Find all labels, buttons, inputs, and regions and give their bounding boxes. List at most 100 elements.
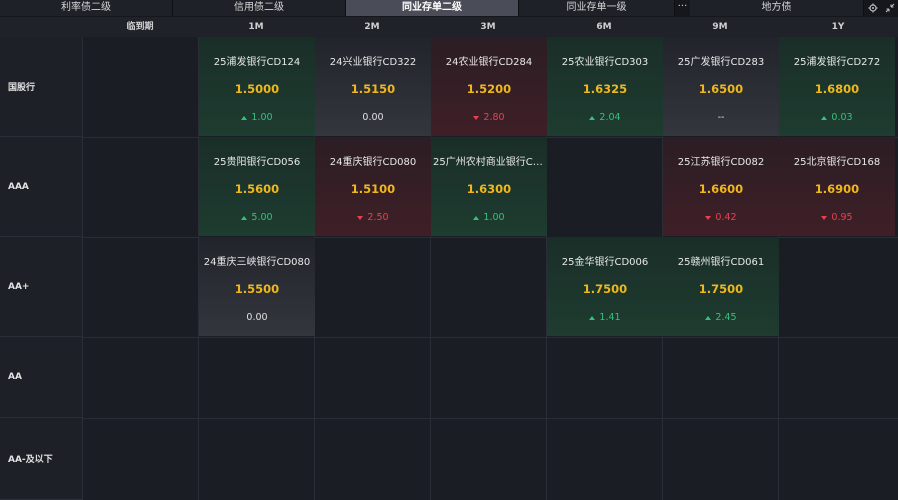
bond-name: 25江苏银行CD082 — [677, 157, 765, 168]
yield-value: 1.5100 — [350, 182, 396, 196]
yield-value: 1.5600 — [234, 182, 280, 196]
tab-credit-bond-secondary[interactable]: 信用债二级 — [173, 0, 346, 16]
collapse-arrows-icon[interactable] — [882, 0, 898, 16]
tab-ncd-primary[interactable]: 同业存单一级 — [519, 0, 675, 16]
change-value: 0.95 — [779, 212, 895, 223]
change-value: 0.42 — [663, 212, 779, 223]
col-header-1y[interactable]: 1Y — [778, 17, 898, 37]
quote-cell[interactable]: 24兴业银行CD322 1.5150 0.00 — [315, 37, 431, 136]
grid-line — [82, 337, 898, 338]
change-text: 0.95 — [831, 212, 853, 223]
change-text: 0.03 — [831, 112, 853, 123]
change-text: 0.00 — [362, 112, 384, 123]
bond-name: 24兴业银行CD322 — [329, 57, 417, 68]
quote-cell[interactable]: 25广州农村商业银行CD... 1.6300 1.00 — [431, 137, 547, 236]
tab-ncd-secondary[interactable]: 同业存单二级 — [346, 0, 519, 16]
change-text: 2.04 — [599, 112, 621, 123]
col-header-1m[interactable]: 1M — [198, 17, 314, 37]
arrow-up-icon — [821, 115, 828, 120]
yield-value: 1.5500 — [234, 282, 280, 296]
col-header-9m[interactable]: 9M — [662, 17, 778, 37]
change-text: 1.41 — [599, 312, 621, 323]
tab-bar: 利率债二级 信用债二级 同业存单二级 同业存单一级 ··· 地方债 — [0, 0, 898, 17]
quote-cell[interactable]: 25金华银行CD006 1.7500 1.41 — [547, 237, 663, 336]
yield-value: 1.7500 — [698, 282, 744, 296]
bond-name: 24农业银行CD284 — [445, 57, 533, 68]
arrow-up-icon — [589, 315, 596, 320]
change-value: 2.04 — [547, 112, 663, 123]
row-header-state-joint-stock-banks: 国股行 — [0, 37, 82, 137]
tab-local-gov-bond[interactable]: 地方债 — [690, 0, 864, 16]
col-header-6m[interactable]: 6M — [546, 17, 662, 37]
arrow-down-icon — [473, 115, 480, 120]
change-text: 2.50 — [367, 212, 389, 223]
col-header-3m[interactable]: 3M — [430, 17, 546, 37]
row-header-aa: AA — [0, 337, 82, 418]
row-header-aaa: AAA — [0, 137, 82, 237]
change-text: 2.45 — [715, 312, 737, 323]
change-text: -- — [717, 112, 725, 123]
arrow-up-icon — [705, 315, 712, 320]
yield-value: 1.5150 — [350, 82, 396, 96]
yield-value: 1.5200 — [466, 82, 512, 96]
change-text: 1.00 — [251, 112, 273, 123]
quote-cell[interactable]: 25赣州银行CD061 1.7500 2.45 — [663, 237, 779, 336]
arrow-down-icon — [821, 215, 828, 220]
arrow-up-icon — [241, 115, 248, 120]
yield-value: 1.6800 — [814, 82, 860, 96]
change-value: 0.00 — [199, 312, 315, 323]
row-header-aa-plus: AA+ — [0, 237, 82, 337]
change-text: 0.42 — [715, 212, 737, 223]
bond-name: 25广发银行CD283 — [677, 57, 765, 68]
yield-value: 1.6500 — [698, 82, 744, 96]
arrow-down-icon — [357, 215, 364, 220]
quote-cell[interactable]: 25浦发银行CD272 1.6800 0.03 — [779, 37, 895, 136]
more-tabs-button[interactable]: ··· — [675, 0, 690, 16]
arrow-up-icon — [473, 215, 480, 220]
col-header-maturing[interactable]: 临到期 — [82, 17, 198, 37]
change-value: 5.00 — [199, 212, 315, 223]
arrow-down-icon — [705, 215, 712, 220]
change-value: -- — [663, 112, 779, 123]
bond-name: 25浦发银行CD124 — [213, 57, 301, 68]
change-value: 2.50 — [315, 212, 431, 223]
change-text: 1.00 — [483, 212, 505, 223]
col-header-2m[interactable]: 2M — [314, 17, 430, 37]
quote-cell[interactable]: 25江苏银行CD082 1.6600 0.42 — [663, 137, 779, 236]
bond-name: 25北京银行CD168 — [793, 157, 881, 168]
gear-icon[interactable] — [865, 0, 881, 16]
arrow-up-icon — [241, 215, 248, 220]
change-value: 2.45 — [663, 312, 779, 323]
quote-cell[interactable]: 24重庆三峡银行CD080 1.5500 0.00 — [199, 237, 315, 336]
grid-line — [82, 418, 898, 419]
change-value: 1.00 — [431, 212, 547, 223]
change-text: 0.00 — [246, 312, 268, 323]
row-header-aa-minus-and-below: AA-及以下 — [0, 418, 82, 500]
yield-value: 1.5000 — [234, 82, 280, 96]
arrow-up-icon — [589, 115, 596, 120]
quote-cell[interactable]: 25浦发银行CD124 1.5000 1.00 — [199, 37, 315, 136]
bond-name: 25贵阳银行CD056 — [213, 157, 301, 168]
quote-cell[interactable]: 25广发银行CD283 1.6500 -- — [663, 37, 779, 136]
change-value: 2.80 — [431, 112, 547, 123]
change-value: 1.00 — [199, 112, 315, 123]
bond-name: 24重庆银行CD080 — [329, 157, 417, 168]
change-text: 2.80 — [483, 112, 505, 123]
bond-name: 25广州农村商业银行CD... — [433, 157, 547, 168]
quote-cell[interactable]: 24重庆银行CD080 1.5100 2.50 — [315, 137, 431, 236]
bond-name: 24重庆三峡银行CD080 — [203, 257, 311, 268]
yield-value: 1.7500 — [582, 282, 628, 296]
bond-name: 25农业银行CD303 — [561, 57, 649, 68]
change-text: 5.00 — [251, 212, 273, 223]
quote-cell[interactable]: 25贵阳银行CD056 1.5600 5.00 — [199, 137, 315, 236]
change-value: 0.00 — [315, 112, 431, 123]
quote-cell[interactable]: 24农业银行CD284 1.5200 2.80 — [431, 37, 547, 136]
tab-rate-bond-secondary[interactable]: 利率债二级 — [0, 0, 173, 16]
grid-line — [82, 37, 83, 500]
yield-value: 1.6600 — [698, 182, 744, 196]
header-corner — [0, 17, 82, 37]
bond-name: 25金华银行CD006 — [561, 257, 649, 268]
yield-value: 1.6325 — [582, 82, 628, 96]
quote-cell[interactable]: 25农业银行CD303 1.6325 2.04 — [547, 37, 663, 136]
quote-cell[interactable]: 25北京银行CD168 1.6900 0.95 — [779, 137, 895, 236]
